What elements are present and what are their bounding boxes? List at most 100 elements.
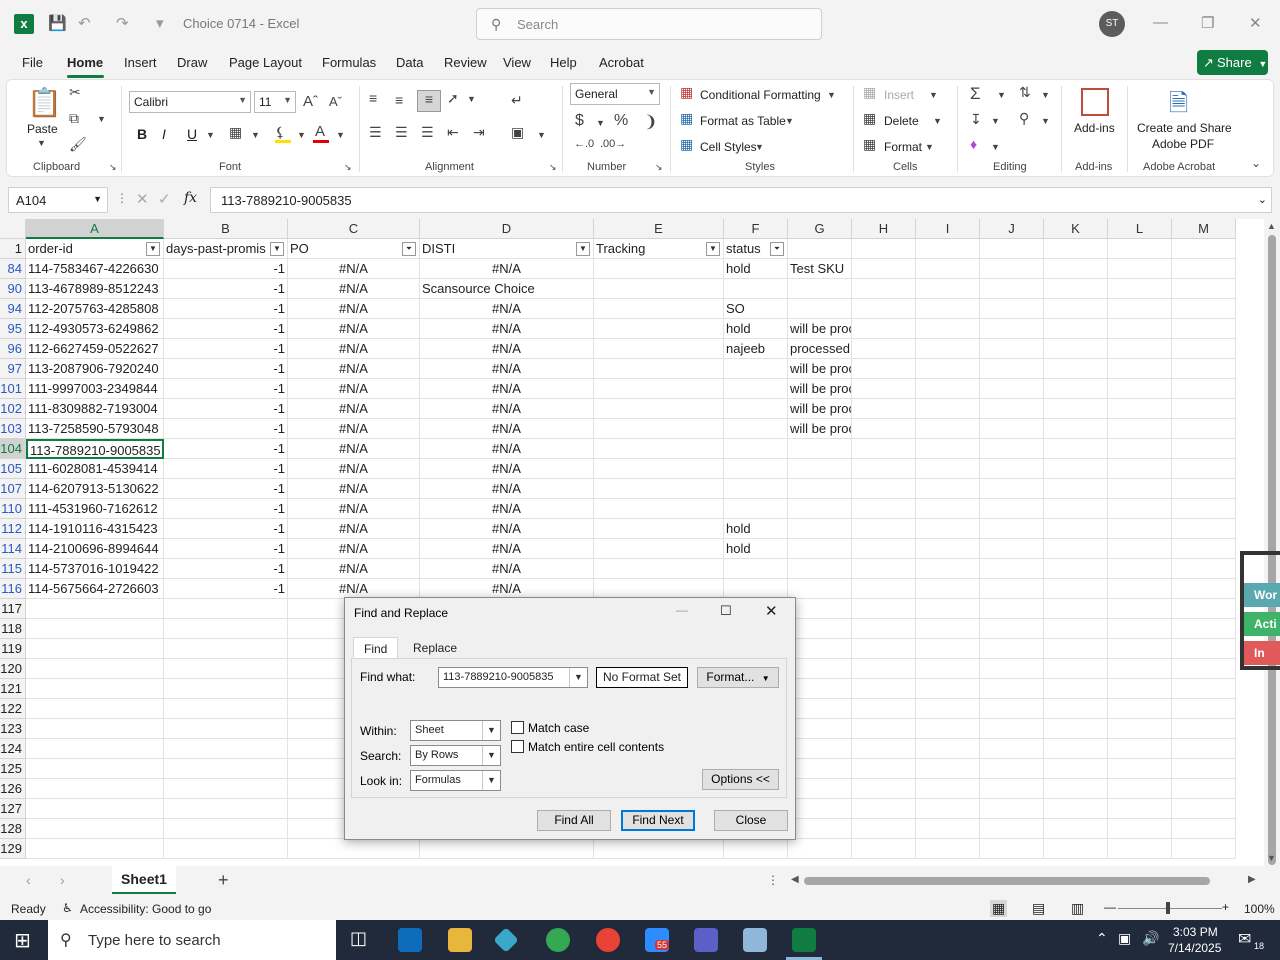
table-cell[interactable]: #N/A [288, 479, 420, 499]
empty-cell[interactable] [916, 679, 980, 699]
empty-cell[interactable] [1108, 339, 1172, 359]
row-header[interactable]: 110 [0, 499, 26, 519]
empty-cell[interactable] [916, 339, 980, 359]
close-button[interactable]: Close [714, 810, 788, 831]
table-cell[interactable]: 113-4678989-8512243 [26, 279, 164, 299]
header-cell[interactable]: days-past-promis ▼ [164, 239, 288, 259]
chevron-down-icon[interactable]: ▼ [336, 130, 345, 140]
row-header[interactable]: 120 [0, 659, 26, 679]
menu-data[interactable]: Data [396, 55, 423, 70]
align-right-icon[interactable]: ☰ [421, 124, 434, 141]
empty-cell[interactable] [1172, 479, 1236, 499]
menu-page-layout[interactable]: Page Layout [229, 55, 302, 70]
empty-cell[interactable] [1108, 719, 1172, 739]
empty-cell[interactable] [916, 779, 980, 799]
table-cell[interactable]: will be processed [788, 399, 852, 419]
row-header[interactable]: 103 [0, 419, 26, 439]
column-header[interactable]: H [852, 219, 916, 239]
empty-cell[interactable] [1108, 619, 1172, 639]
find-select-icon[interactable]: ⚲ [1019, 110, 1029, 127]
empty-cell[interactable] [164, 699, 288, 719]
empty-cell[interactable] [1044, 839, 1108, 859]
row-header[interactable]: 118 [0, 619, 26, 639]
tab-find[interactable]: Find [353, 637, 399, 659]
increase-indent-icon[interactable]: ⇥ [473, 124, 485, 141]
empty-cell[interactable] [1044, 819, 1108, 839]
table-cell[interactable] [594, 279, 724, 299]
table-cell[interactable] [594, 379, 724, 399]
menu-view[interactable]: View [503, 55, 531, 70]
empty-cell[interactable] [1044, 379, 1108, 399]
undo-icon[interactable]: ↶ [78, 14, 91, 32]
create-share-pdf-line2[interactable]: Adobe PDF [1152, 137, 1214, 151]
empty-cell[interactable] [26, 699, 164, 719]
empty-cell[interactable] [1108, 459, 1172, 479]
empty-cell[interactable] [1108, 519, 1172, 539]
empty-cell[interactable] [1108, 779, 1172, 799]
empty-cell[interactable] [1172, 499, 1236, 519]
table-cell[interactable]: -1 [164, 559, 288, 579]
empty-cell[interactable] [980, 599, 1044, 619]
header-cell[interactable]: PO ⏷ [288, 239, 420, 259]
row-header[interactable]: 116 [0, 579, 26, 599]
empty-cell[interactable] [1108, 599, 1172, 619]
table-cell[interactable] [594, 319, 724, 339]
table-cell[interactable]: #N/A [288, 439, 420, 459]
dialog-launcher-icon[interactable]: ↘ [344, 162, 352, 173]
empty-cell[interactable] [1108, 479, 1172, 499]
empty-cell[interactable] [1172, 419, 1236, 439]
column-header[interactable]: C [288, 219, 420, 239]
column-header[interactable]: K [1044, 219, 1108, 239]
column-header[interactable]: J [980, 219, 1044, 239]
table-cell[interactable] [594, 259, 724, 279]
empty-cell[interactable] [1172, 559, 1236, 579]
empty-cell[interactable] [724, 839, 788, 859]
empty-cell[interactable] [1044, 559, 1108, 579]
empty-cell[interactable] [980, 259, 1044, 279]
empty-cell[interactable] [788, 839, 852, 859]
header-cell[interactable]: order-id ▼ [26, 239, 164, 259]
delete-cells-icon[interactable]: ▦ [863, 110, 876, 127]
empty-cell[interactable] [916, 479, 980, 499]
empty-cell[interactable] [788, 759, 852, 779]
empty-cell[interactable] [1172, 259, 1236, 279]
table-cell[interactable]: will be processed [788, 419, 852, 439]
empty-cell[interactable] [1044, 779, 1108, 799]
teams-icon[interactable] [694, 928, 718, 952]
empty-cell[interactable] [1172, 779, 1236, 799]
empty-cell[interactable] [1044, 299, 1108, 319]
empty-cell[interactable] [852, 799, 916, 819]
table-cell[interactable]: #N/A [288, 259, 420, 279]
active-cell[interactable]: 113-7889210-9005835 [26, 439, 164, 459]
chrome-icon[interactable] [546, 928, 570, 952]
empty-cell[interactable] [788, 779, 852, 799]
empty-cell[interactable] [980, 639, 1044, 659]
avatar[interactable]: ST [1099, 11, 1125, 37]
empty-cell[interactable] [852, 359, 916, 379]
table-cell[interactable]: #N/A [288, 459, 420, 479]
empty-cell[interactable] [852, 379, 916, 399]
empty-cell[interactable] [1108, 279, 1172, 299]
column-header[interactable]: I [916, 219, 980, 239]
empty-cell[interactable] [1172, 739, 1236, 759]
table-cell[interactable]: #N/A [420, 399, 594, 419]
empty-cell[interactable] [164, 719, 288, 739]
empty-cell[interactable] [980, 499, 1044, 519]
align-left-icon[interactable]: ☰ [369, 124, 382, 141]
filter-dropdown-icon[interactable]: ▼ [270, 242, 284, 256]
empty-cell[interactable] [980, 699, 1044, 719]
empty-cell[interactable] [1108, 819, 1172, 839]
table-cell[interactable]: 114-7583467-4226630 [26, 259, 164, 279]
taskbar-search[interactable]: ⚲ Type here to search [48, 920, 336, 960]
side-panel-tab[interactable]: Acti [1244, 612, 1280, 636]
empty-cell[interactable] [164, 819, 288, 839]
table-cell[interactable] [594, 519, 724, 539]
empty-cell[interactable] [1172, 299, 1236, 319]
empty-cell[interactable] [1044, 739, 1108, 759]
table-cell[interactable]: #N/A [420, 499, 594, 519]
conditional-formatting-icon[interactable]: ▦ [680, 84, 693, 101]
font-name-select[interactable]: Calibri ▼ [129, 91, 251, 113]
row-header[interactable]: 96 [0, 339, 26, 359]
table-cell[interactable]: #N/A [288, 319, 420, 339]
empty-cell[interactable] [852, 239, 916, 259]
